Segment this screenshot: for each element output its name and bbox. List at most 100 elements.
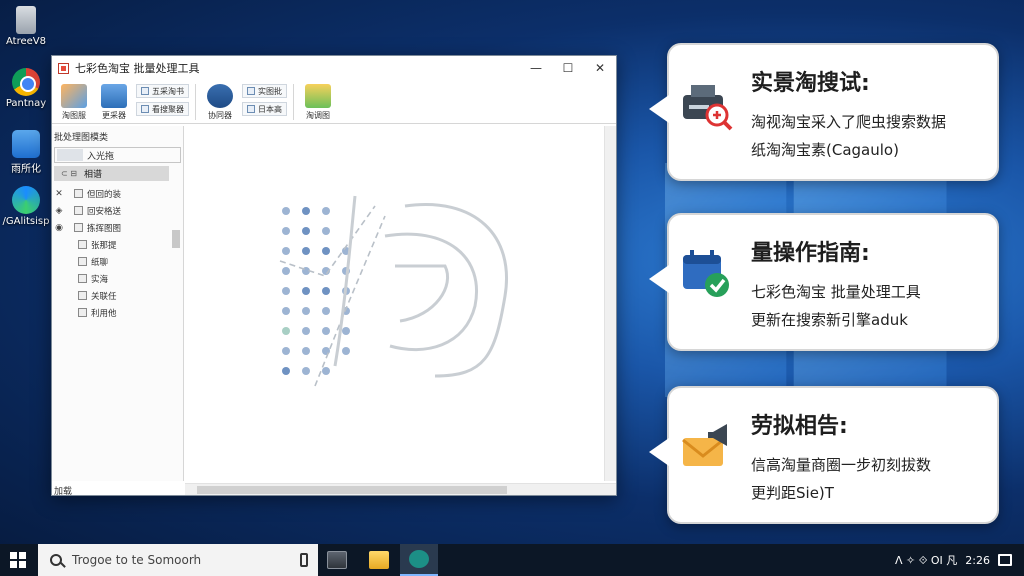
card-line: 更判距Sie)T (751, 484, 834, 502)
calligraphy-glyph (333, 195, 508, 378)
sidebar-item[interactable]: ✕ 但回的装 (52, 185, 183, 202)
printer-search-icon (683, 85, 733, 131)
template-sidebar: 批处理图模类 入光拖 ⊂ ⊟ 相谱 ✕ 但回的装 ◈ 回安格送 ◉ 拣挥图图 张… (52, 126, 184, 481)
ribbon-separator (293, 84, 294, 120)
info-card-batch-guide: 量操作指南: 七彩色淘宝 批量处理工具 更新在搜索新引擎aduk (649, 213, 999, 351)
file-explorer-button[interactable] (360, 544, 398, 576)
sidebar-scrollbar[interactable] (172, 230, 180, 248)
recycle-bin-icon (16, 6, 36, 34)
card-line: 纸淘淘宝素(Cagaulo) (751, 141, 899, 159)
watermark-preview (279, 195, 508, 387)
small-tool-icon (141, 87, 149, 95)
ribbon-btn-2[interactable]: 更采器 (96, 84, 132, 121)
collector-icon (101, 84, 127, 108)
search-placeholder: Trogoe to te Somoorh (72, 553, 202, 567)
sidebar-item-label: 回安格送 (87, 206, 122, 217)
sidebar-selected-label: 相谱 (84, 170, 103, 180)
minimize-button[interactable]: — (520, 56, 552, 80)
ribbon-small-group-2: 实图批 日本高 (242, 84, 287, 116)
sidebar-item[interactable]: 纸聊 (52, 253, 183, 270)
taskbar-search-box[interactable]: Trogoe to te Somoorh (38, 544, 318, 576)
tool-icon: ◈ (55, 205, 63, 216)
app-window: 七彩色淘宝 批量处理工具 — ☐ ✕ 淘图服 更采器 五采淘书 看搜聚器 协同器 (51, 55, 617, 497)
sidebar-input[interactable]: 入光拖 (54, 147, 181, 163)
sidebar-selected-item[interactable]: ⊂ ⊟ 相谱 (54, 166, 169, 181)
calendar-check-icon (683, 250, 729, 297)
sidebar-item-label: 关联任 (91, 291, 117, 302)
envelope-megaphone-icon (682, 424, 727, 466)
desktop-icon-recycle-bin[interactable]: AtreeV8 (2, 6, 50, 47)
item-checkbox[interactable] (74, 189, 83, 198)
card-title: 劳拟相告: (751, 414, 848, 439)
desktop-icon-chrome[interactable]: Pantnay (2, 68, 50, 109)
collapse-arrow-icon: ⊂ ⊟ (61, 169, 77, 178)
info-card-notice: 劳拟相告: 信高淘量商圈一步初刻拔数 更判距Sie)T (649, 386, 999, 524)
item-checkbox[interactable] (78, 240, 87, 249)
sidebar-item-label: 张那提 (91, 240, 117, 251)
desktop-icon-document[interactable]: 雨所化 (2, 130, 50, 175)
card-line: 七彩色淘宝 批量处理工具 (751, 283, 921, 301)
color-swatch (57, 149, 83, 161)
ribbon-btn-label: 淘图服 (62, 111, 86, 120)
sidebar-input-text: 入光拖 (87, 151, 115, 162)
microphone-icon[interactable] (300, 553, 308, 567)
app-logo-icon (58, 62, 69, 74)
task-view-button[interactable] (318, 544, 356, 576)
item-checkbox[interactable] (74, 223, 83, 232)
sidebar-item[interactable]: 关联任 (52, 287, 183, 304)
sidebar-item-label: 但回的装 (87, 189, 122, 200)
sidebar-item[interactable]: ◉ 拣挥图图 (52, 219, 183, 236)
folder-icon (369, 551, 389, 569)
sidebar-item[interactable]: 张那提 (52, 236, 183, 253)
horizontal-scroll-thumb[interactable] (197, 486, 507, 494)
ribbon-small-label: 五采淘书 (152, 86, 184, 96)
sidebar-item-label: 利用他 (91, 308, 117, 319)
ribbon-small-btn-3[interactable]: 实图批 (242, 84, 287, 98)
vertical-scrollbar[interactable] (604, 126, 616, 481)
desktop-icon-label: Pantnay (5, 98, 47, 109)
ribbon-btn-3[interactable]: 协同器 (202, 84, 238, 121)
ribbon-btn-1[interactable]: 淘图服 (56, 84, 92, 121)
horizontal-scrollbar[interactable] (185, 483, 616, 495)
ribbon-small-btn-4[interactable]: 日本高 (242, 102, 287, 116)
ribbon-small-btn-2[interactable]: 看搜聚器 (136, 102, 189, 116)
item-checkbox[interactable] (74, 206, 83, 215)
maximize-button[interactable]: ☐ (552, 56, 584, 80)
sidebar-item[interactable]: ◈ 回安格送 (52, 202, 183, 219)
chrome-icon (12, 68, 40, 96)
sidebar-item[interactable]: 实海 (52, 270, 183, 287)
desktop-icon-label: /GAlitsisp (2, 216, 50, 227)
tool-icon: ◉ (55, 222, 63, 233)
preview-canvas[interactable] (185, 126, 616, 495)
desktop-icon-edge[interactable]: /GAlitsisp (2, 186, 50, 227)
ribbon-small-label: 实图批 (258, 86, 282, 96)
ribbon-small-label: 看搜聚器 (152, 104, 184, 114)
ribbon-small-btn-1[interactable]: 五采淘书 (136, 84, 189, 98)
card-title: 量操作指南: (751, 241, 870, 266)
notification-icon[interactable] (998, 554, 1012, 566)
card-line: 淘视淘宝采入了爬虫搜索数据 (751, 113, 947, 131)
active-app-button[interactable] (400, 544, 438, 576)
card-line: 更新在搜索新引擎aduk (751, 311, 908, 329)
item-checkbox[interactable] (78, 257, 87, 266)
sidebar-item-label: 拣挥图图 (87, 223, 122, 234)
item-checkbox[interactable] (78, 308, 87, 317)
item-checkbox[interactable] (78, 291, 87, 300)
sidebar-header: 批处理图模类 (54, 133, 109, 143)
desktop-icon-label: AtreeV8 (6, 36, 46, 47)
window-title: 七彩色淘宝 批量处理工具 (75, 62, 200, 75)
tray-icons[interactable]: ᐱ ✧ ⟐ ΟΙ 凡 (895, 552, 957, 568)
close-button[interactable]: ✕ (584, 56, 616, 80)
small-tool-icon (247, 105, 255, 113)
sidebar-item[interactable]: 利用他 (52, 304, 183, 321)
item-checkbox[interactable] (78, 274, 87, 283)
windows-start-icon[interactable] (10, 552, 26, 568)
ribbon-small-label: 日本高 (258, 104, 282, 114)
ribbon-btn-4[interactable]: 淘调图 (300, 84, 336, 121)
status-text: 加载 (54, 487, 73, 497)
tray-time[interactable]: 2:26 (965, 554, 990, 567)
small-tool-icon (141, 105, 149, 113)
sidebar-item-label: 实海 (91, 274, 109, 285)
window-titlebar[interactable]: 七彩色淘宝 批量处理工具 — ☐ ✕ (52, 56, 616, 80)
system-tray: ᐱ ✧ ⟐ ΟΙ 凡 2:26 (895, 544, 1024, 576)
